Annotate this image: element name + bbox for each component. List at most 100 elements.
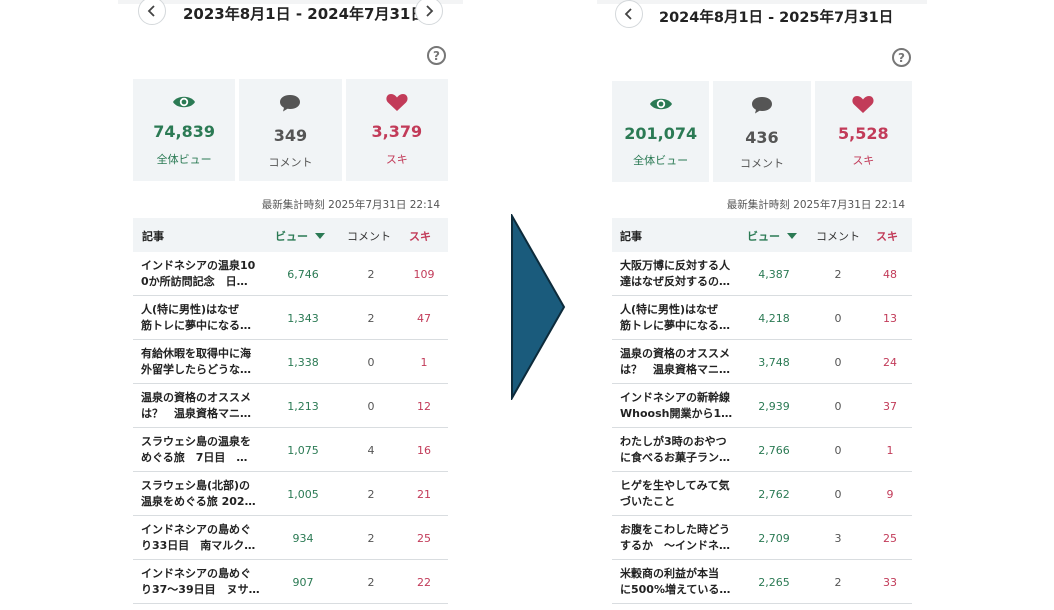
article-title-line: わたしが3時のおやつ xyxy=(620,435,727,448)
table-row[interactable]: インドネシアの新幹線 Whoosh開業から1… 2,939 0 37 xyxy=(612,384,912,428)
col-likes[interactable]: スキ xyxy=(876,228,898,244)
row-views: 2,766 xyxy=(758,444,790,457)
article-title-line: インドネシアの島めぐ xyxy=(141,523,251,536)
row-likes: 109 xyxy=(413,268,435,281)
article-title[interactable]: 温泉の資格のオススメ は？ 温泉資格マニ… xyxy=(620,346,730,378)
table-header: 記事 ビュー コメント スキ xyxy=(612,218,912,252)
last-updated: 最新集計時刻 2025年7月31日 22:14 xyxy=(726,199,905,211)
likes-label: スキ xyxy=(852,154,875,167)
article-title[interactable]: お腹をこわした時どう するか 〜インドネ… xyxy=(620,522,730,554)
row-views: 1,005 xyxy=(287,488,319,501)
likes-total: 5,528 xyxy=(838,124,889,143)
row-views: 1,213 xyxy=(287,400,319,413)
comments-total: 349 xyxy=(273,126,308,145)
article-title[interactable]: インドネシアの島めぐ り33日目 南マルク… xyxy=(141,522,255,554)
row-comments: 0 xyxy=(834,488,842,501)
article-title-line: 米穀商の利益が本当 xyxy=(620,567,719,580)
row-comments: 2 xyxy=(834,576,842,589)
article-title-line: 人(特に男性)はなぜ xyxy=(620,303,719,316)
prev-period-button[interactable] xyxy=(138,0,166,25)
prev-period-button[interactable] xyxy=(615,0,643,28)
next-period-button[interactable] xyxy=(415,0,443,25)
table-row[interactable]: インドネシアの島めぐ り37〜39日目 ヌサ… 907 2 22 xyxy=(133,560,448,604)
row-comments: 2 xyxy=(367,488,375,501)
col-views[interactable]: ビュー xyxy=(275,228,325,244)
right-stats-panel: 2024年8月1日 - 2025年7月31日 ? 201,074 全体ビュー 4… xyxy=(597,0,927,610)
comment-icon xyxy=(280,95,301,112)
article-title[interactable]: ヒゲを生やしてみて気 づいたこと xyxy=(620,478,730,510)
article-title[interactable]: インドネシアの温泉10 0か所訪問記念 日… xyxy=(141,258,255,290)
col-comments[interactable]: コメント xyxy=(347,228,391,244)
row-likes: 33 xyxy=(883,576,897,589)
article-title[interactable]: 人(特に男性)はなぜ 筋トレに夢中になる… xyxy=(141,302,251,334)
table-header: 記事 ビュー コメント スキ xyxy=(133,218,448,252)
row-likes: 25 xyxy=(883,532,897,545)
article-title[interactable]: 米穀商の利益が本当 に500%増えている… xyxy=(620,566,730,598)
row-comments: 2 xyxy=(367,268,375,281)
table-row[interactable]: 大阪万博に反対する人 達はなぜ反対するの… 4,387 2 48 xyxy=(612,252,912,296)
table-row[interactable]: インドネシアの温泉10 0か所訪問記念 日… 6,746 2 109 xyxy=(133,252,448,296)
article-title[interactable]: 有給休暇を取得中に海 外留学したらどうな… xyxy=(141,346,251,378)
last-updated: 最新集計時刻 2025年7月31日 22:14 xyxy=(261,199,440,211)
row-likes: 13 xyxy=(883,312,897,325)
article-title-line: 温泉をめぐる旅 202… xyxy=(141,495,256,508)
table-row[interactable]: ヒゲを生やしてみて気 づいたこと 2,762 0 9 xyxy=(612,472,912,516)
sort-down-icon xyxy=(315,233,325,239)
article-title[interactable]: スラウェシ島の温泉を めぐる旅 7日目 … xyxy=(141,434,251,466)
row-comments: 0 xyxy=(367,400,375,413)
table-row[interactable]: お腹をこわした時どう するか 〜インドネ… 2,709 3 25 xyxy=(612,516,912,560)
article-title[interactable]: 温泉の資格のオススメ は？ 温泉資格マニ… xyxy=(141,390,251,422)
row-likes: 9 xyxy=(886,488,894,501)
article-title-line: 筋トレに夢中になる… xyxy=(141,319,251,332)
row-comments: 2 xyxy=(367,312,375,325)
article-title-line: スラウェシ島の温泉を xyxy=(141,435,251,448)
views-label: 全体ビュー xyxy=(633,154,689,167)
article-title[interactable]: インドネシアの新幹線 Whoosh開業から1… xyxy=(620,390,732,422)
views-total: 201,074 xyxy=(624,124,698,143)
article-title[interactable]: わたしが3時のおやつ に食べるお菓子ラン… xyxy=(620,434,730,466)
chevron-right-icon xyxy=(426,5,434,17)
article-rows: 大阪万博に反対する人 達はなぜ反対するの… 4,387 2 48 人(特に男性)はなぜ 筋ト… xyxy=(612,252,912,604)
views-card: 74,839 全体ビュー xyxy=(133,79,236,181)
row-views: 4,387 xyxy=(758,268,790,281)
col-article: 記事 xyxy=(620,230,642,243)
row-views: 2,265 xyxy=(758,576,790,589)
row-comments: 0 xyxy=(834,312,842,325)
article-title[interactable]: 人(特に男性)はなぜ 筋トレに夢中になる… xyxy=(620,302,730,334)
table-row[interactable]: スラウェシ島(北部)の 温泉をめぐる旅 202… 1,005 2 21 xyxy=(133,472,448,516)
article-title-line: に食べるお菓子ラン… xyxy=(620,451,730,464)
table-row[interactable]: スラウェシ島の温泉を めぐる旅 7日目 … 1,075 4 16 xyxy=(133,428,448,472)
likes-card: 5,528 スキ xyxy=(814,81,912,182)
table-row[interactable]: 有給休暇を取得中に海 外留学したらどうな… 1,338 0 1 xyxy=(133,340,448,384)
eye-icon xyxy=(649,98,672,110)
row-comments: 2 xyxy=(834,268,842,281)
chevron-left-icon xyxy=(147,5,155,17)
article-title-line: 外留学したらどうな… xyxy=(141,363,251,376)
table-row[interactable]: 温泉の資格のオススメ は？ 温泉資格マニ… 3,748 0 24 xyxy=(612,340,912,384)
row-likes: 16 xyxy=(417,444,431,457)
table-row[interactable]: 人(特に男性)はなぜ 筋トレに夢中になる… 1,343 2 47 xyxy=(133,296,448,340)
table-row[interactable]: わたしが3時のおやつ に食べるお菓子ラン… 2,766 0 1 xyxy=(612,428,912,472)
table-row[interactable]: 人(特に男性)はなぜ 筋トレに夢中になる… 4,218 0 13 xyxy=(612,296,912,340)
help-icon[interactable]: ? xyxy=(427,46,446,65)
table-row[interactable]: インドネシアの島めぐ り33日目 南マルク… 934 2 25 xyxy=(133,516,448,560)
col-comments[interactable]: コメント xyxy=(816,228,860,244)
table-row[interactable]: 温泉の資格のオススメ は？ 温泉資格マニ… 1,213 0 12 xyxy=(133,384,448,428)
article-title[interactable]: インドネシアの島めぐ り37〜39日目 ヌサ… xyxy=(141,566,260,598)
article-title-line: 大阪万博に反対する人 xyxy=(620,259,730,272)
help-icon[interactable]: ? xyxy=(892,48,911,67)
row-views: 1,075 xyxy=(287,444,319,457)
top-bar xyxy=(597,0,927,4)
col-views[interactable]: ビュー xyxy=(747,228,797,244)
article-title[interactable]: 大阪万博に反対する人 達はなぜ反対するの… xyxy=(620,258,730,290)
sort-down-icon xyxy=(787,233,797,239)
article-title-line: り37〜39日目 ヌサ… xyxy=(141,583,260,596)
table-row[interactable]: 米穀商の利益が本当 に500%増えている… 2,265 2 33 xyxy=(612,560,912,604)
article-title-line: づいたこと xyxy=(620,495,675,508)
arrow-right-icon xyxy=(511,214,566,400)
col-likes[interactable]: スキ xyxy=(409,228,431,244)
article-title[interactable]: スラウェシ島(北部)の 温泉をめぐる旅 202… xyxy=(141,478,256,510)
row-views: 907 xyxy=(292,576,314,589)
row-views: 2,939 xyxy=(758,400,790,413)
heart-icon xyxy=(386,94,408,111)
